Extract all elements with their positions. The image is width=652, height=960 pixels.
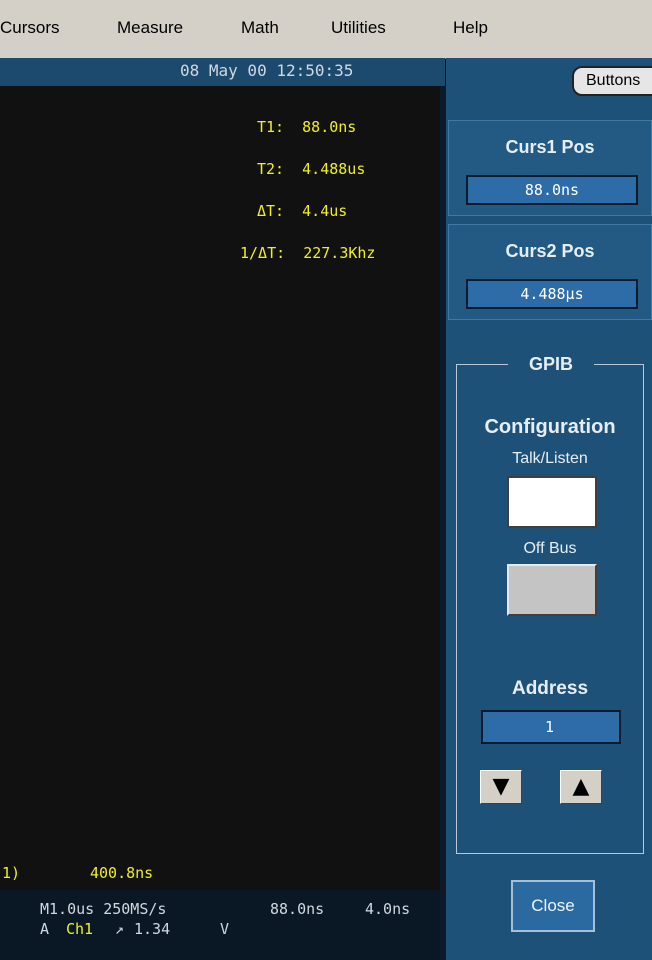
curs1-pos-box: Curs1 Pos 88.0ns: [448, 120, 652, 216]
inverse-delta-t-readout: 1/ΔT: 227.3Khz: [240, 244, 376, 262]
cursor-readouts: T1: 88.0ns T2: 4.488us ΔT: 4.4us 1/ΔT: 2…: [240, 92, 375, 274]
trigger-level: 1.34: [134, 920, 171, 938]
configuration-label: Configuration: [484, 416, 616, 438]
channel-marker: 1): [2, 864, 21, 882]
talk-listen-button[interactable]: [507, 476, 597, 528]
trigger-prefix: A: [40, 920, 50, 938]
menu-math[interactable]: Math: [241, 18, 279, 38]
address-up-button[interactable]: ▲: [560, 770, 602, 804]
talk-listen-label: Talk/Listen: [512, 450, 588, 467]
menu-utilities[interactable]: Utilities: [331, 18, 386, 38]
address-label: Address: [511, 678, 589, 699]
date-time: 08 May 00 12:50:35: [180, 61, 354, 80]
curs1-pos-field[interactable]: 88.0ns: [466, 175, 638, 205]
delta-t-readout: ΔT: 4.4us: [257, 202, 348, 220]
trigger-slope-icon: ↗: [115, 920, 125, 938]
timebase-readout: M1.0us 250MS/s: [40, 900, 167, 918]
curs1-pos-title: Curs1 Pos: [505, 137, 595, 157]
t2-readout: T2: 4.488us: [257, 160, 366, 178]
curs2-pos-title: Curs2 Pos: [505, 241, 595, 261]
trigger-unit: V: [220, 920, 230, 938]
close-button[interactable]: Close: [511, 880, 595, 932]
curs2-pos-field[interactable]: 4.488µs: [466, 279, 638, 309]
gpib-title: GPIB: [508, 354, 594, 375]
address-field[interactable]: 1: [481, 710, 621, 744]
menu-cursors[interactable]: Cursors: [0, 18, 60, 38]
cursor-delta-value: 400.8ns: [90, 864, 154, 882]
off-bus-label: Off Bus: [523, 540, 577, 557]
down-arrow-icon: ▼: [492, 774, 510, 799]
address-down-button[interactable]: ▼: [480, 770, 522, 804]
t1-readout: T1: 88.0ns: [257, 118, 357, 136]
status-bar: M1.0us 250MS/s 88.0ns 4.0ns A Ch1 ↗ 1.34…: [0, 890, 440, 960]
menu-help[interactable]: Help: [453, 18, 488, 38]
menu-bar: Cursors Measure Math Utilities Help: [0, 0, 652, 59]
buttons-button[interactable]: Buttons: [572, 66, 652, 96]
trigger-channel: Ch1: [66, 920, 94, 938]
date-time-bar: 08 May 00 12:50:35: [0, 58, 445, 86]
curs2-pos-box: Curs2 Pos 4.488µs: [448, 224, 652, 320]
cursor1-status: 88.0ns: [270, 900, 325, 918]
menu-measure[interactable]: Measure: [117, 18, 183, 38]
up-arrow-icon: ▲: [572, 774, 590, 799]
off-bus-button[interactable]: [507, 564, 597, 616]
cursor2-status: 4.0ns: [365, 900, 411, 918]
